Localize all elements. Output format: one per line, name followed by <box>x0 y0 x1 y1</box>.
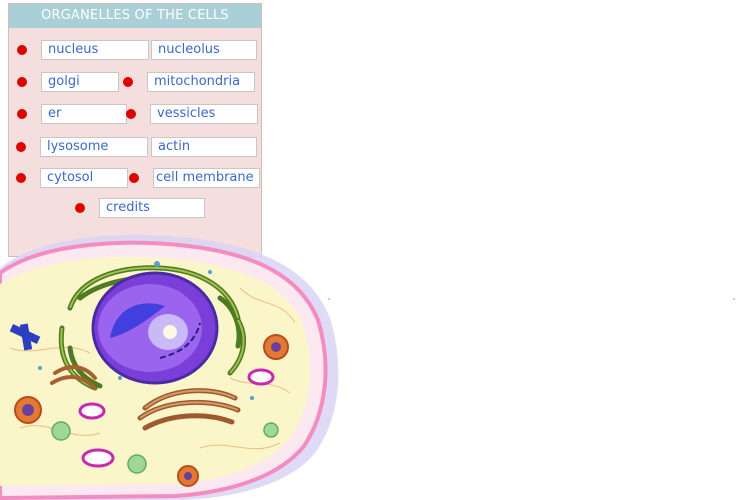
organelle-label-cell-membrane[interactable]: cell membrane <box>153 168 260 188</box>
animal-cell-illustration <box>0 234 339 500</box>
marker-dot-icon <box>16 173 26 183</box>
organelle-label-vessicles[interactable]: vessicles <box>150 104 258 124</box>
marker-dot-icon <box>129 173 139 183</box>
organelle-label-actin[interactable]: actin <box>151 137 257 157</box>
panel-title: ORGANELLES OF THE CELLS <box>9 4 261 28</box>
marker-dot-icon <box>17 77 27 87</box>
organelle-label-nucleus[interactable]: nucleus <box>41 40 149 60</box>
marker-dot-icon <box>17 109 27 119</box>
organelle-label-lysosome[interactable]: lysosome <box>40 137 148 157</box>
marker-dot-icon <box>75 203 85 213</box>
organelle-label-credits[interactable]: credits <box>99 198 205 218</box>
organelles-panel: ORGANELLES OF THE CELLS nucleus nucleolu… <box>8 3 262 257</box>
organelle-label-golgi[interactable]: golgi <box>41 72 119 92</box>
marker-dot-icon <box>17 45 27 55</box>
marker-dot-icon <box>16 142 26 152</box>
marker-dot-icon <box>126 109 136 119</box>
organelle-label-cytosol[interactable]: cytosol <box>40 168 128 188</box>
background-speck <box>733 298 735 300</box>
organelle-label-mitochondria[interactable]: mitochondria <box>147 72 255 92</box>
marker-dot-icon <box>123 77 133 87</box>
organelle-label-nucleolus[interactable]: nucleolus <box>151 40 257 60</box>
background-speck <box>328 298 330 300</box>
organelle-label-er[interactable]: er <box>41 104 127 124</box>
